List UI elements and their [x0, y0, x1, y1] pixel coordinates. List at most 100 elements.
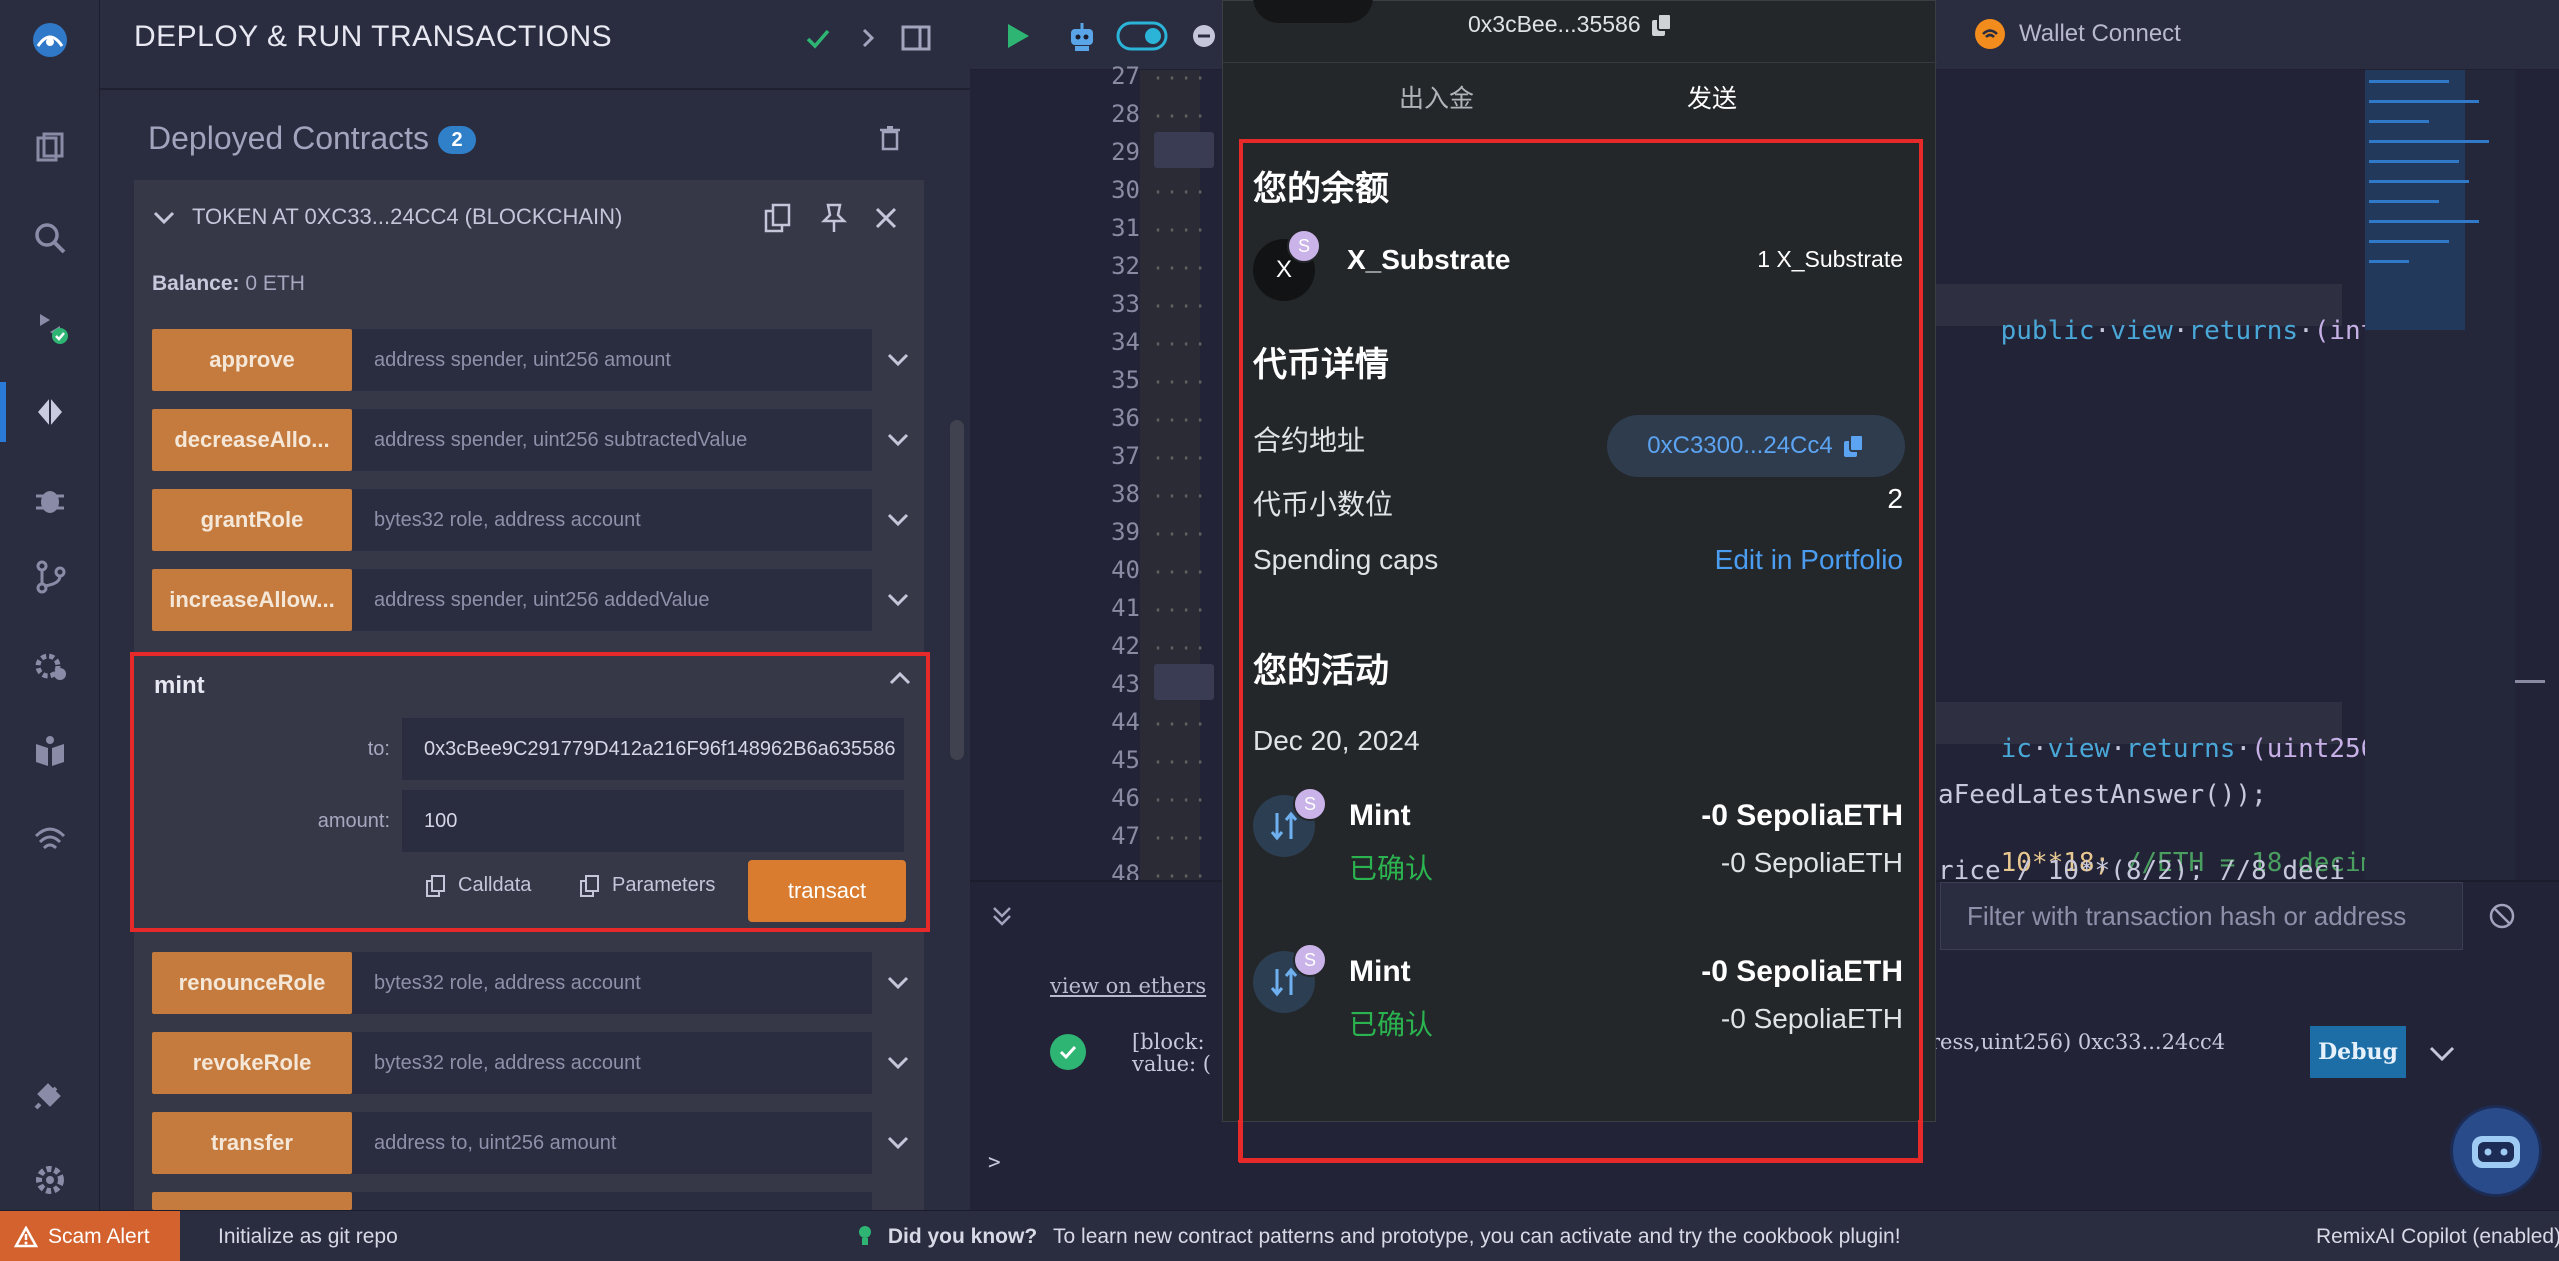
git-icon[interactable]	[20, 546, 80, 606]
line-number: 45	[1111, 746, 1140, 774]
line-number: 39	[1111, 518, 1140, 546]
wallet-connect-icon	[1975, 19, 2005, 49]
clear-terminal-icon[interactable]	[2480, 894, 2524, 938]
network-badge: S	[1293, 787, 1327, 821]
side-panel: DEPLOY & RUN TRANSACTIONS Deployed Contr…	[100, 0, 970, 1210]
send-tab[interactable]: 发送	[1687, 79, 1737, 115]
status-bar: Scam Alert Initialize as git repo Did yo…	[0, 1210, 2559, 1261]
contract-address-label: 合约地址	[1253, 425, 1366, 456]
mint-title: mint	[154, 672, 205, 699]
increase-allowance-args-input[interactable]: address spender, uint256 addedValue	[352, 569, 872, 631]
line-number: 36	[1111, 404, 1140, 432]
collapse-terminal-icon[interactable]	[980, 894, 1024, 938]
remix-logo-icon[interactable]	[20, 10, 80, 70]
fund-tab[interactable]: 出入金	[1399, 79, 1474, 115]
terminal-filter-input[interactable]: Filter with transaction hash or address	[1940, 882, 2463, 950]
chevron-down-icon[interactable]	[880, 1125, 916, 1161]
folded-region-marker[interactable]	[1154, 664, 1214, 700]
edit-in-portfolio-link[interactable]: Edit in Portfolio	[1715, 544, 1903, 576]
tab-wallet-connect[interactable]: Wallet Connect	[1975, 14, 2181, 54]
chevron-down-icon[interactable]	[880, 1045, 916, 1081]
chevron-down-icon[interactable]	[150, 204, 178, 232]
contract-name: TOKEN AT 0XC33...24CC4 (BLOCKCHAIN)	[192, 204, 623, 229]
transact-button[interactable]: transact	[748, 860, 906, 922]
chevron-up-icon[interactable]	[880, 658, 920, 698]
plugin-manager-icon[interactable]	[20, 1064, 80, 1124]
chevron-right-icon[interactable]	[848, 18, 888, 58]
mint-to-input[interactable]: 0x3cBee9C291779D412a216F96f148962B6a6355…	[402, 718, 904, 780]
chevron-down-icon[interactable]	[2420, 1032, 2464, 1076]
code-line-48: rice / 10**(8/2); //8 deci	[1938, 856, 2345, 880]
decrease-allowance-args-input[interactable]: address spender, uint256 subtractedValue	[352, 409, 872, 471]
grant-role-args-input[interactable]: bytes32 role, address account	[352, 489, 872, 551]
panel-layout-icon[interactable]	[896, 18, 936, 58]
increase-allowance-button[interactable]: increaseAllow...	[152, 569, 352, 631]
decrease-allowance-button[interactable]: decreaseAllo...	[152, 409, 352, 471]
indent-dots: ····	[1152, 104, 1209, 128]
header-divider	[100, 88, 970, 90]
revoke-role-button[interactable]: revokeRole	[152, 1032, 352, 1094]
function-args-partial[interactable]	[352, 1192, 872, 1210]
contract-header[interactable]: TOKEN AT 0XC33...24CC4 (BLOCKCHAIN)	[134, 180, 924, 256]
remixd-icon[interactable]	[20, 808, 80, 868]
contract-address-pill[interactable]: 0xC3300...24Cc4	[1607, 415, 1905, 477]
autorun-toggle[interactable]	[1114, 14, 1170, 58]
pin-icon[interactable]	[816, 200, 852, 236]
settings-gear-icon[interactable]	[20, 1150, 80, 1210]
transfer-button[interactable]: transfer	[152, 1112, 352, 1174]
copy-icon[interactable]	[760, 200, 796, 236]
ai-robot-icon[interactable]	[1060, 14, 1104, 58]
chevron-down-icon[interactable]	[880, 965, 916, 1001]
wallet-header: 0x3cBee...35586	[1223, 0, 1937, 63]
indent-dots: ····	[1152, 712, 1209, 736]
debugger-icon[interactable]	[20, 470, 80, 530]
approve-args-input[interactable]: address spender, uint256 amount	[352, 329, 872, 391]
renounce-role-args-input[interactable]: bytes32 role, address account	[352, 952, 872, 1014]
line-number: 42	[1111, 632, 1140, 660]
grant-role-button[interactable]: grantRole	[152, 489, 352, 551]
code-line-46: aFeedLatestAnswer());	[1938, 780, 2267, 810]
chevron-down-icon[interactable]	[880, 502, 916, 538]
deploy-run-icon[interactable]	[20, 382, 80, 442]
remix-ai-assistant-icon[interactable]	[2450, 1105, 2542, 1197]
indent-dots: ····	[1152, 636, 1209, 660]
close-icon[interactable]	[868, 200, 904, 236]
log-block-line: [block:	[1132, 1030, 1205, 1054]
account-address[interactable]: 0x3cBee...35586	[1468, 11, 1673, 38]
terminal-prompt[interactable]: >	[988, 1150, 1001, 1174]
indent-dots: ····	[1152, 598, 1209, 622]
icon-rail	[0, 0, 100, 1210]
learneth-icon[interactable]	[20, 722, 80, 782]
mint-amount-label: amount:	[317, 810, 390, 832]
chevron-down-icon[interactable]	[880, 582, 916, 618]
remix-ai-copilot-status[interactable]: RemixAI Copilot (enabled)	[2316, 1225, 2559, 1249]
mint-amount-input[interactable]: 100	[402, 790, 904, 852]
search-icon[interactable]	[20, 208, 80, 268]
network-pill[interactable]	[1253, 0, 1373, 23]
trash-icon[interactable]	[870, 118, 910, 158]
scam-alert-button[interactable]: Scam Alert	[0, 1211, 180, 1261]
panel-scrollbar[interactable]	[950, 420, 964, 760]
approve-button[interactable]: approve	[152, 329, 352, 391]
view-on-etherscan-link[interactable]: view on ethers	[1050, 974, 1206, 998]
initialize-git-repo-link[interactable]: Initialize as git repo	[218, 1225, 398, 1249]
calldata-button[interactable]: Calldata	[426, 874, 531, 897]
run-play-icon[interactable]	[996, 14, 1040, 58]
chevron-down-icon[interactable]	[880, 342, 916, 378]
function-button-partial[interactable]	[152, 1192, 352, 1210]
debug-button[interactable]: Debug	[2310, 1026, 2406, 1078]
solidity-compiler-icon[interactable]	[20, 296, 80, 356]
parameters-button[interactable]: Parameters	[580, 874, 715, 897]
function-row-partial	[152, 1192, 917, 1210]
folded-region-marker[interactable]	[1154, 132, 1214, 168]
transfer-args-input[interactable]: address to, uint256 amount	[352, 1112, 872, 1174]
function-row-renounce-role: renounceRole bytes32 role, address accou…	[152, 952, 917, 1014]
renounce-role-button[interactable]: renounceRole	[152, 952, 352, 1014]
activity-title: Mint	[1349, 799, 1411, 832]
file-explorer-icon[interactable]	[20, 118, 80, 178]
revoke-role-args-input[interactable]: bytes32 role, address account	[352, 1032, 872, 1094]
settings-plugin-icon[interactable]	[20, 636, 80, 696]
editor-minimap[interactable]	[2365, 70, 2545, 880]
chevron-down-icon[interactable]	[880, 422, 916, 458]
zoom-out-icon[interactable]	[1192, 14, 1216, 58]
